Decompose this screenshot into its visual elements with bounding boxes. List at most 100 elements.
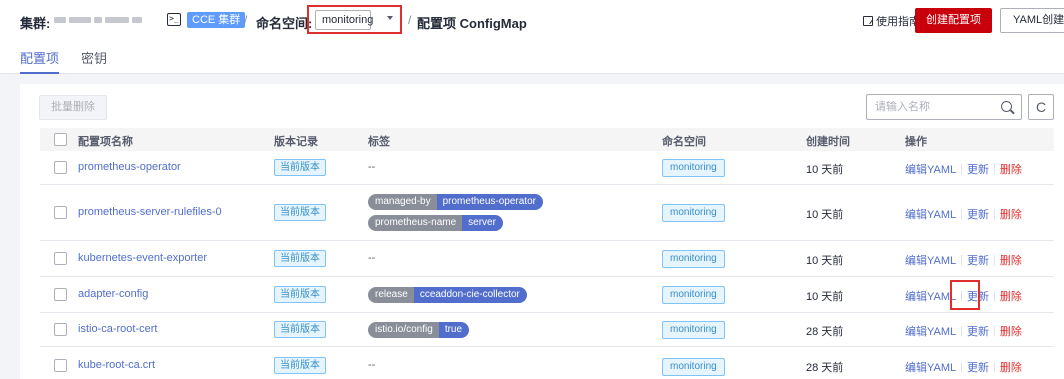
delete-link[interactable]: 删除 <box>1000 252 1022 268</box>
row-actions: 编辑YAML | 更新 | 删除 <box>905 323 1022 339</box>
search-icon[interactable] <box>1001 101 1012 112</box>
configmap-name-link[interactable]: istio-ca-root-cert <box>78 323 157 335</box>
version-badge[interactable]: 当前版本 <box>274 159 326 176</box>
tab-configmap[interactable]: 配置项 <box>20 48 60 74</box>
version-badge[interactable]: 当前版本 <box>274 286 326 303</box>
row-actions: 编辑YAML | 更新 | 删除 <box>905 206 1022 222</box>
table-row: istio-ca-root-cert 当前版本 istio.io/config t… <box>40 313 1054 347</box>
configmap-name-link[interactable]: kubernetes-event-exporter <box>78 252 207 264</box>
row-checkbox[interactable] <box>54 161 67 174</box>
top-header: 集群: >_ CCE 集群 / 命名空间: monitoring / 配置项 C… <box>0 0 1064 42</box>
breadcrumb-separator: / <box>408 13 412 27</box>
cluster-name-masked <box>54 15 162 25</box>
action-separator: | <box>993 254 996 266</box>
configmap-name-link[interactable]: adapter-config <box>78 288 148 300</box>
delete-link[interactable]: 删除 <box>1000 323 1022 339</box>
configmap-name-link[interactable]: prometheus-server-rulefiles-0 <box>78 206 222 218</box>
cluster-type-badge: CCE 集群 <box>187 12 246 28</box>
row-checkbox[interactable] <box>54 359 67 372</box>
delete-link[interactable]: 删除 <box>1000 359 1022 375</box>
version-badge[interactable]: 当前版本 <box>274 204 326 221</box>
refresh-button[interactable]: C <box>1028 94 1054 120</box>
action-separator: | <box>993 163 996 175</box>
terminal-icon[interactable]: >_ <box>167 13 181 26</box>
select-all-checkbox[interactable] <box>54 133 67 146</box>
tabs-bar: 配置项 密钥 <box>0 42 1064 74</box>
configmap-name-link[interactable]: kube-root-ca.crt <box>78 359 155 371</box>
update-link[interactable]: 更新 <box>967 206 989 222</box>
user-guide-label: 使用指南 <box>876 16 920 28</box>
action-separator: | <box>960 361 963 373</box>
chevron-down-icon[interactable] <box>387 16 393 20</box>
table-row: kubernetes-event-exporter 当前版本 -- monito… <box>40 241 1054 277</box>
column-header-labels: 标签 <box>368 136 390 148</box>
action-separator: | <box>960 325 963 337</box>
yaml-create-button[interactable]: YAML创建 <box>1000 8 1064 33</box>
labels-empty: -- <box>368 359 376 371</box>
namespace-badge: monitoring <box>662 204 725 222</box>
edit-yaml-link[interactable]: 编辑YAML <box>905 206 956 222</box>
update-link[interactable]: 更新 <box>967 323 989 339</box>
edit-yaml-link[interactable]: 编辑YAML <box>905 161 956 177</box>
label-pill: prometheus-name server <box>368 215 503 231</box>
row-checkbox[interactable] <box>54 252 67 265</box>
action-separator: | <box>993 290 996 302</box>
label-key: istio.io/config <box>368 322 439 338</box>
action-separator: | <box>960 163 963 175</box>
row-actions: 编辑YAML | 更新 | 删除 <box>905 252 1022 268</box>
table-header: 配置项名称 版本记录 标签 命名空间 创建时间 操作 <box>40 128 1054 151</box>
row-checkbox[interactable] <box>54 206 67 219</box>
label-pill: release cceaddon-cie-collector <box>368 287 527 303</box>
user-guide-link[interactable]: 使用指南 <box>863 13 920 29</box>
label-key: managed-by <box>368 194 437 210</box>
delete-link[interactable]: 删除 <box>1000 288 1022 304</box>
update-link[interactable]: 更新 <box>967 161 989 177</box>
label-value: prometheus-operator <box>436 194 543 210</box>
namespace-badge: monitoring <box>662 358 725 376</box>
update-link[interactable]: 更新 <box>967 252 989 268</box>
edit-yaml-link[interactable]: 编辑YAML <box>905 359 956 375</box>
delete-link[interactable]: 删除 <box>1000 161 1022 177</box>
edit-yaml-link[interactable]: 编辑YAML <box>905 252 956 268</box>
created-time: 28 天前 <box>806 326 844 338</box>
edit-yaml-link[interactable]: 编辑YAML <box>905 323 956 339</box>
batch-delete-button[interactable]: 批量删除 <box>39 95 107 120</box>
row-checkbox[interactable] <box>54 288 67 301</box>
update-highlight-box <box>950 280 980 310</box>
label-key: prometheus-name <box>368 215 463 231</box>
edit-yaml-link[interactable]: 编辑YAML <box>905 288 956 304</box>
created-time: 10 天前 <box>806 209 844 221</box>
created-time: 10 天前 <box>806 255 844 267</box>
search-box <box>866 94 1022 120</box>
version-badge[interactable]: 当前版本 <box>274 321 326 338</box>
page-title: 配置项 ConfigMap <box>417 16 527 31</box>
table-row: prometheus-operator 当前版本 -- monitoring 1… <box>40 151 1054 185</box>
column-header-namespace: 命名空间 <box>662 136 706 148</box>
column-header-actions: 操作 <box>905 136 927 148</box>
version-badge[interactable]: 当前版本 <box>274 250 326 267</box>
row-actions: 编辑YAML | 更新 | 删除 <box>905 359 1022 375</box>
tab-secret[interactable]: 密钥 <box>81 48 107 74</box>
namespace-badge: monitoring <box>662 159 725 177</box>
created-time: 10 天前 <box>806 291 844 303</box>
delete-link[interactable]: 删除 <box>1000 206 1022 222</box>
label-value: cceaddon-cie-collector <box>413 287 527 303</box>
column-header-created: 创建时间 <box>806 136 850 148</box>
row-checkbox[interactable] <box>54 323 67 336</box>
namespace-label: 命名空间: <box>256 16 313 31</box>
label-pill: managed-by prometheus-operator <box>368 194 543 210</box>
configmap-name-link[interactable]: prometheus-operator <box>78 161 181 173</box>
namespace-select[interactable]: monitoring <box>315 10 373 30</box>
update-link[interactable]: 更新 <box>967 359 989 375</box>
breadcrumb-separator: / <box>244 13 248 27</box>
search-input[interactable] <box>867 95 987 119</box>
created-time: 28 天前 <box>806 362 844 374</box>
version-badge[interactable]: 当前版本 <box>274 357 326 374</box>
table-row: adapter-config 当前版本 release cceaddon-cie-… <box>40 277 1054 313</box>
label-value: server <box>462 215 503 231</box>
cluster-label: 集群: <box>20 16 51 31</box>
label-key: release <box>368 287 414 303</box>
column-header-name: 配置项名称 <box>78 136 133 148</box>
create-configmap-button[interactable]: 创建配置项 <box>915 8 992 33</box>
label-value: true <box>438 322 470 338</box>
